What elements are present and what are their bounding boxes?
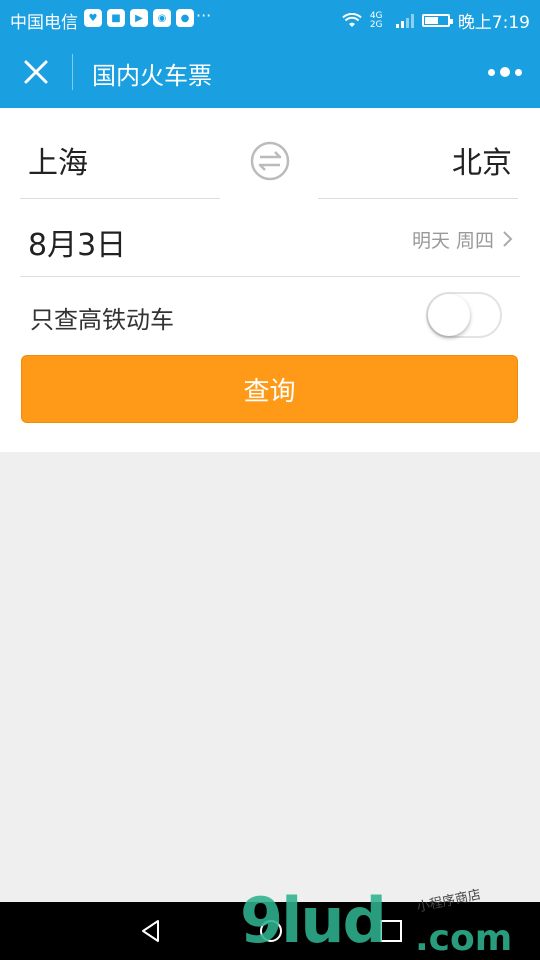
- swap-icon[interactable]: [249, 140, 291, 182]
- status-bar: 中国电信 ♥ ■ ▶ ◉ ● ··· 4G 2G 晚上7:19: [0, 0, 540, 36]
- departure-city[interactable]: 上海: [28, 138, 88, 182]
- page-title: 国内火车票: [92, 62, 212, 90]
- map-pin-icon: ●: [176, 9, 194, 27]
- home-icon[interactable]: [258, 918, 284, 944]
- divider: [20, 276, 520, 277]
- divider: [20, 198, 220, 199]
- system-nav-bar: [0, 902, 540, 960]
- nav-divider: [72, 54, 73, 90]
- toggle-knob: [428, 294, 470, 336]
- back-icon[interactable]: [138, 918, 164, 944]
- notification-icons: ♥ ■ ▶ ◉ ●: [84, 9, 194, 27]
- more-notifications-indicator: ···: [196, 6, 212, 25]
- nav-bar: 国内火车票: [0, 36, 540, 108]
- arrival-city[interactable]: 北京: [452, 138, 512, 182]
- departure-date: 8月3日: [28, 228, 127, 263]
- wifi-icon: [342, 12, 362, 27]
- more-dots-icon[interactable]: [488, 60, 522, 84]
- battery-icon: [421, 14, 453, 27]
- play-icon: ▶: [130, 9, 148, 27]
- ticket-search-form: 上海 北京 8月3日 明天 周四 只查高铁动车 查询: [0, 108, 540, 452]
- high-speed-only-label: 只查高铁动车: [30, 306, 174, 334]
- signal-icon: [395, 13, 414, 28]
- high-speed-only-toggle[interactable]: [426, 292, 502, 338]
- close-icon[interactable]: [18, 54, 54, 90]
- status-right: 4G 2G 晚上7:19: [342, 8, 530, 33]
- chevron-right-icon: [503, 231, 513, 247]
- heart-icon: ♥: [84, 9, 102, 27]
- toutiao-icon: ■: [107, 9, 125, 27]
- date-selector[interactable]: 8月3日 明天 周四: [20, 200, 520, 276]
- weibo-icon: ◉: [153, 9, 171, 27]
- recent-apps-icon[interactable]: [378, 918, 404, 944]
- network-type: 4G 2G: [369, 10, 383, 30]
- divider: [318, 198, 518, 199]
- carrier-name: 中国电信: [10, 13, 78, 33]
- search-button[interactable]: 查询: [21, 355, 518, 423]
- clock: 晚上7:19: [457, 13, 530, 33]
- date-hint: 明天 周四: [411, 230, 494, 252]
